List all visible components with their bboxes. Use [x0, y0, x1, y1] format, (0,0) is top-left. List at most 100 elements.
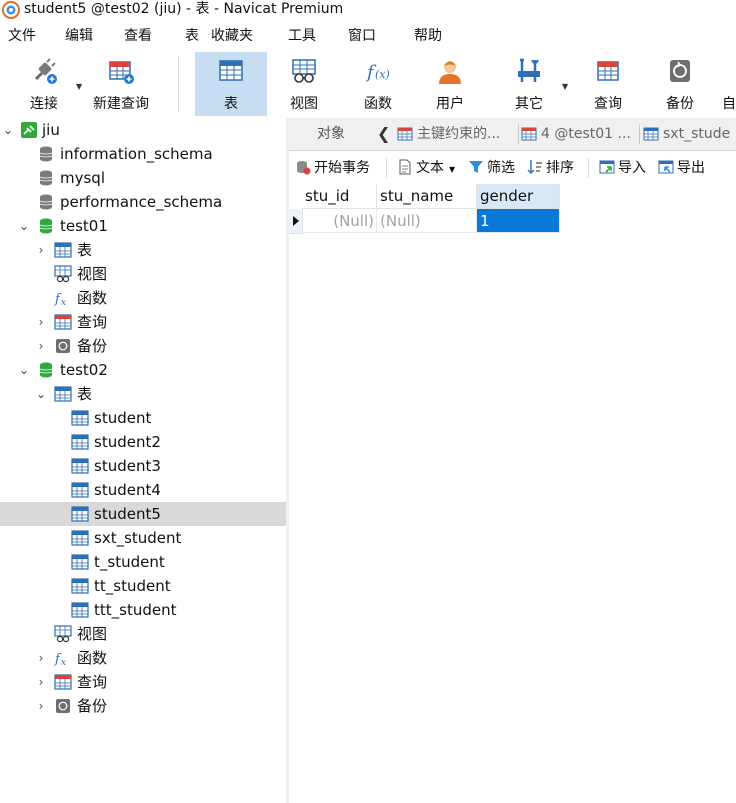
chevron-right-icon[interactable]: › — [34, 696, 48, 716]
transaction-icon — [297, 160, 311, 174]
menu-favorites[interactable]: 收藏夹 — [211, 24, 253, 48]
tab-constraint-query[interactable]: 主键约束的... — [397, 118, 515, 150]
tree-table-t-student[interactable]: t_student — [0, 550, 286, 574]
function-icon: f x — [54, 292, 66, 307]
tab-test01-query[interactable]: 4 @test01 ... — [521, 118, 637, 150]
tree-label: sxt_student — [94, 529, 182, 547]
tree-item-test02-tables[interactable]: ⌄ 表 — [0, 382, 286, 406]
tab-divider — [518, 124, 519, 144]
sort-button[interactable]: 排序 — [527, 157, 574, 179]
other-button[interactable]: 其它 — [501, 52, 557, 116]
column-header-stu-id[interactable]: stu_id — [302, 184, 377, 209]
tree-table-sxt-student[interactable]: sxt_student — [0, 526, 286, 550]
tab-sxt-student[interactable]: sxt_stude — [643, 118, 736, 150]
cell-stu-name[interactable]: (Null) — [377, 209, 477, 233]
table-icon — [71, 578, 89, 594]
tree-table-student2[interactable]: student2 — [0, 430, 286, 454]
menu-help[interactable]: 帮助 — [414, 24, 442, 48]
filter-button[interactable]: 筛选 — [468, 157, 515, 179]
menu-table[interactable]: 表 — [185, 24, 199, 48]
cell-stu-id[interactable]: (Null) — [302, 209, 377, 233]
tree-label: 函数 — [77, 649, 108, 667]
chevron-down-icon[interactable]: ⌄ — [1, 120, 15, 140]
connect-button[interactable]: 连接 — [16, 52, 72, 116]
chevron-right-icon[interactable]: › — [34, 648, 48, 668]
text-dropdown-icon[interactable]: ▼ — [449, 165, 455, 174]
tree-item-test01-tables[interactable]: › 表 — [0, 238, 286, 262]
table-icon — [219, 60, 243, 81]
tree-table-student4[interactable]: student4 — [0, 478, 286, 502]
begin-transaction-button[interactable]: 开始事务 — [295, 157, 370, 179]
export-label: 导出 — [677, 160, 705, 176]
object-toolbar: 开始事务 文本 ▼ 筛选 排序 导入 导出 — [289, 151, 736, 184]
connection-icon — [21, 122, 37, 138]
table-button[interactable]: 表 — [195, 52, 267, 116]
tab-objects[interactable]: 对象 — [317, 118, 357, 150]
column-header-gender[interactable]: gender — [477, 184, 560, 209]
new-query-button[interactable]: 新建查询 — [88, 52, 154, 116]
menu-window[interactable]: 窗口 — [348, 24, 376, 48]
current-row-arrow-icon — [293, 216, 299, 226]
menu-view[interactable]: 查看 — [124, 24, 152, 48]
function-label: 函数 — [364, 96, 392, 112]
table-icon — [643, 127, 659, 141]
column-header-stu-name[interactable]: stu_name — [377, 184, 477, 209]
connect-dropdown-icon[interactable]: ▼ — [76, 82, 82, 91]
tree-item-test02-queries[interactable]: › 查询 — [0, 670, 286, 694]
text-button[interactable]: 文本 ▼ — [397, 157, 455, 179]
automation-button[interactable]: 自 — [718, 52, 736, 116]
query-button[interactable]: 查询 — [580, 52, 636, 116]
other-label: 其它 — [515, 96, 543, 112]
tree-connection-jiu[interactable]: ⌄ jiu — [0, 118, 286, 142]
tab-divider — [639, 124, 640, 144]
cell-gender[interactable]: 1 — [477, 209, 560, 233]
tree-item-test02-functions[interactable]: › f x 函数 — [0, 646, 286, 670]
tree-label: jiu — [42, 121, 60, 139]
tree-table-student3[interactable]: student3 — [0, 454, 286, 478]
table-icon — [71, 530, 89, 546]
database-icon — [39, 146, 53, 162]
other-dropdown-icon[interactable]: ▼ — [562, 82, 568, 91]
tree-table-student5[interactable]: student5 — [0, 502, 286, 526]
backup-button[interactable]: 备份 — [652, 52, 708, 116]
chevron-right-icon[interactable]: › — [34, 312, 48, 332]
view-label: 视图 — [290, 96, 318, 112]
tree-item-performance-schema[interactable]: performance_schema — [0, 190, 286, 214]
view-button[interactable]: 视图 — [276, 52, 332, 116]
tree-item-test01-views[interactable]: 视图 — [0, 262, 286, 286]
tab-scroll-left-icon[interactable]: ❮ — [377, 118, 395, 150]
user-button[interactable]: 用户 — [422, 52, 478, 116]
menu-tools[interactable]: 工具 — [288, 24, 316, 48]
query-icon — [54, 674, 72, 690]
view-icon — [54, 625, 72, 643]
tree-label: 视图 — [77, 265, 108, 283]
tree-item-test01-backups[interactable]: › 备份 — [0, 334, 286, 358]
tree-item-test02-backups[interactable]: › 备份 — [0, 694, 286, 718]
tree-item-test01-queries[interactable]: › 查询 — [0, 310, 286, 334]
function-button[interactable]: f (x) 函数 — [350, 52, 406, 116]
tree-table-student[interactable]: student — [0, 406, 286, 430]
tree-table-tt-student[interactable]: tt_student — [0, 574, 286, 598]
chevron-down-icon[interactable]: ⌄ — [34, 384, 48, 404]
export-button[interactable]: 导出 — [658, 157, 705, 179]
chevron-down-icon[interactable]: ⌄ — [17, 360, 31, 380]
tree-item-mysql[interactable]: mysql — [0, 166, 286, 190]
menu-file[interactable]: 文件 — [8, 24, 36, 48]
chevron-right-icon[interactable]: › — [34, 672, 48, 692]
chevron-right-icon[interactable]: › — [34, 240, 48, 260]
backup-icon — [670, 60, 690, 82]
new-query-label: 新建查询 — [93, 96, 149, 112]
chevron-down-icon[interactable]: ⌄ — [17, 216, 31, 236]
tree-label: 视图 — [77, 625, 108, 643]
tree-item-test01-functions[interactable]: f x 函数 — [0, 286, 286, 310]
tree-table-ttt-student[interactable]: ttt_student — [0, 598, 286, 622]
tree-item-test02[interactable]: ⌄ test02 — [0, 358, 286, 382]
row-indicator[interactable] — [289, 209, 303, 234]
tree-item-information-schema[interactable]: information_schema — [0, 142, 286, 166]
tree-item-test01[interactable]: ⌄ test01 — [0, 214, 286, 238]
tree-item-test02-views[interactable]: 视图 — [0, 622, 286, 646]
menu-edit[interactable]: 编辑 — [65, 24, 93, 48]
import-button[interactable]: 导入 — [599, 157, 646, 179]
chevron-right-icon[interactable]: › — [34, 336, 48, 356]
query-icon — [54, 314, 72, 330]
